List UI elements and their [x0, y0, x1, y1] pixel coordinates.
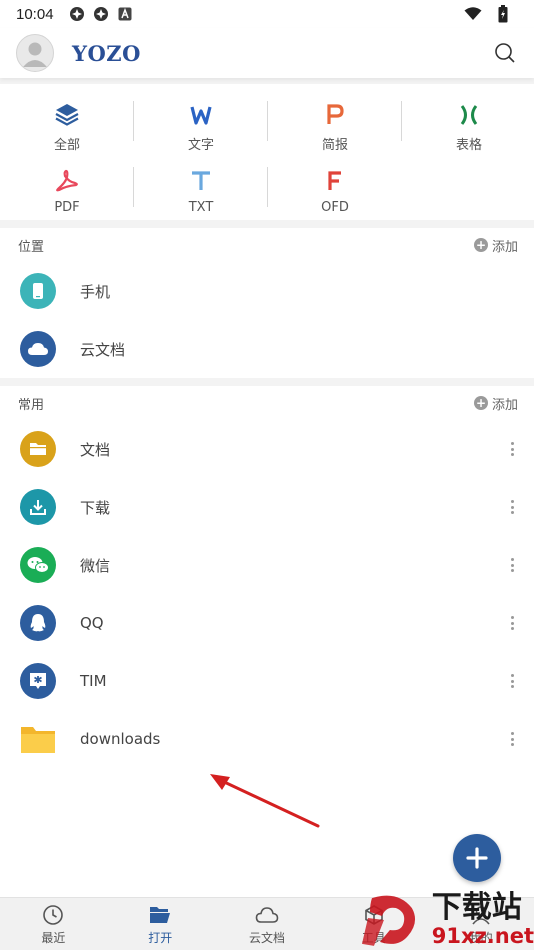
file-type-pdf[interactable]: PDF	[0, 154, 134, 220]
more-options-icon[interactable]	[510, 500, 514, 514]
nav-open[interactable]: 打开	[107, 898, 214, 950]
more-options-icon[interactable]	[510, 558, 514, 572]
txt-icon	[186, 166, 216, 196]
notification-a-icon	[116, 5, 134, 23]
notification-app-icon	[68, 5, 86, 23]
common-item-qq[interactable]: QQ	[0, 594, 534, 652]
location-item-phone[interactable]: 手机	[0, 262, 534, 320]
file-type-presentation[interactable]: 简报	[268, 88, 402, 154]
plus-circle-icon: +	[473, 238, 488, 252]
presentation-icon	[320, 100, 350, 130]
watermark-line1: 下载站	[431, 890, 522, 925]
watermark-line2: 91xz.net	[431, 924, 534, 948]
phone-icon	[20, 273, 56, 309]
cloud-icon	[20, 331, 56, 367]
file-type-label: 全部	[53, 138, 80, 153]
common-item-download[interactable]: 下载	[0, 478, 534, 536]
clock-icon	[41, 903, 65, 927]
user-avatar-icon	[23, 42, 47, 67]
item-label: 手机	[80, 282, 111, 301]
nav-recent[interactable]: 最近	[0, 898, 107, 950]
more-options-icon[interactable]	[510, 442, 514, 456]
file-type-ofd[interactable]: OFD	[268, 154, 402, 220]
nav-label: 最近	[41, 930, 66, 945]
add-common-button[interactable]: + 添加	[473, 394, 518, 413]
more-options-icon[interactable]	[510, 674, 514, 688]
app-bar: YOZO	[0, 28, 534, 78]
watermark: 下载站 91xz.net	[360, 890, 534, 950]
item-label: 云文档	[80, 340, 126, 359]
nav-label: 云文档	[248, 930, 285, 945]
file-type-label: OFD	[321, 200, 349, 215]
layers-icon	[52, 100, 82, 130]
location-item-cloud[interactable]: 云文档	[0, 320, 534, 378]
file-type-label: 简报	[321, 138, 348, 153]
location-header: 位置 + 添加	[0, 228, 534, 262]
common-item-documents[interactable]: 文档	[0, 420, 534, 478]
qq-icon	[20, 605, 56, 641]
plus-icon	[466, 847, 488, 869]
status-bar: 10:04	[0, 0, 534, 28]
item-label: 文档	[80, 440, 111, 459]
item-label: QQ	[80, 614, 104, 632]
search-icon	[495, 43, 515, 63]
ofd-icon	[320, 166, 350, 196]
app-logo: YOZO	[72, 40, 141, 66]
file-type-txt[interactable]: TXT	[134, 154, 268, 220]
section-title: 常用	[18, 397, 45, 413]
item-label: TIM	[80, 672, 107, 690]
battery-icon	[494, 5, 512, 23]
pdf-icon	[52, 166, 82, 196]
watermark-logo	[361, 895, 416, 946]
more-options-icon[interactable]	[510, 616, 514, 630]
more-options-icon[interactable]	[510, 732, 514, 746]
wechat-icon	[20, 547, 56, 583]
annotation-arrow	[210, 774, 320, 828]
plus-circle-icon: +	[473, 396, 488, 410]
cloud-outline-icon	[255, 903, 279, 927]
file-type-spreadsheet[interactable]: 表格	[402, 88, 534, 154]
location-section: 位置 + 添加 手机 云文档	[0, 228, 534, 378]
status-time: 10:04	[16, 5, 54, 23]
file-type-label: 文字	[187, 138, 214, 153]
nav-cloud-docs[interactable]: 云文档	[214, 898, 321, 950]
common-item-downloads-folder[interactable]: downloads	[0, 710, 534, 768]
common-item-wechat[interactable]: 微信	[0, 536, 534, 594]
add-label: 添加	[491, 239, 518, 255]
wifi-icon	[464, 5, 482, 23]
file-type-all[interactable]: 全部	[0, 88, 134, 154]
file-type-word[interactable]: 文字	[134, 88, 268, 154]
file-type-grid: 全部 文字 简报 表格 PDF TXT OFD	[0, 84, 534, 220]
common-item-tim[interactable]: TIM	[0, 652, 534, 710]
common-header: 常用 + 添加	[0, 386, 534, 420]
nav-label: 打开	[148, 930, 173, 945]
search-button[interactable]	[492, 40, 518, 66]
folder-icon	[20, 431, 56, 467]
tim-icon	[20, 663, 56, 699]
section-title: 位置	[18, 239, 45, 255]
file-type-label: PDF	[54, 200, 80, 215]
spreadsheet-icon	[454, 100, 484, 130]
add-fab-button[interactable]	[453, 834, 501, 882]
folder-open-icon	[148, 903, 172, 927]
file-type-label: 表格	[455, 138, 482, 153]
yellow-folder-icon	[20, 721, 56, 757]
item-label: 下载	[80, 498, 111, 517]
add-label: 添加	[491, 397, 518, 413]
avatar[interactable]	[16, 34, 54, 72]
word-icon	[186, 100, 216, 130]
add-location-button[interactable]: + 添加	[473, 236, 518, 255]
notification-app-icon	[92, 5, 110, 23]
file-type-label: TXT	[188, 200, 214, 215]
item-label: downloads	[80, 730, 161, 748]
download-icon	[20, 489, 56, 525]
item-label: 微信	[80, 556, 111, 575]
